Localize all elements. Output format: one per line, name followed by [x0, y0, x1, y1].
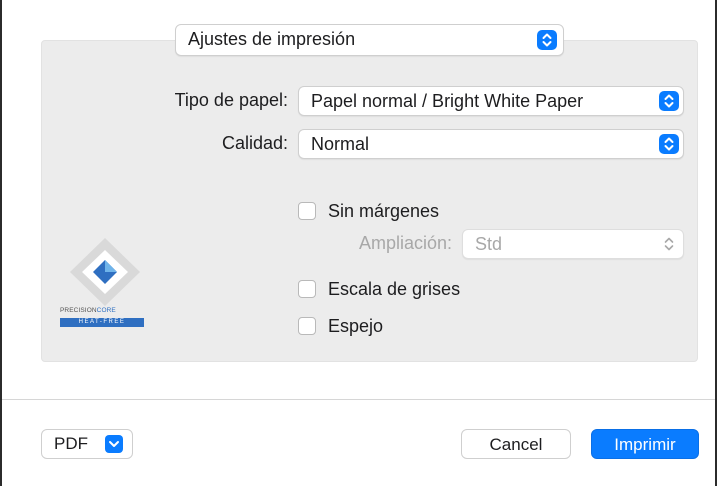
cancel-button[interactable]: Cancel	[461, 429, 571, 459]
grayscale-label[interactable]: Escala de grises	[328, 277, 460, 301]
footer-divider	[2, 399, 715, 400]
preset-popup-value: Ajustes de impresión	[188, 29, 356, 49]
up-down-chevron-icon	[659, 91, 679, 111]
up-down-chevron-icon	[659, 134, 679, 154]
borderless-label[interactable]: Sin márgenes	[328, 199, 439, 223]
up-down-chevron-icon	[659, 234, 679, 254]
precisioncore-diamond-icon	[70, 238, 140, 306]
borderless-checkbox[interactable]	[298, 202, 316, 220]
logo-text-precision: PRECISION	[60, 307, 97, 314]
print-button[interactable]: Imprimir	[591, 429, 699, 459]
quality-popup[interactable]: Normal	[298, 129, 684, 159]
logo-text-heat-free: HEAT-FREE	[78, 319, 126, 325]
logo-text-core: CORE	[96, 307, 116, 314]
quality-label: Calidad:	[221, 133, 288, 153]
logo-heat-free-bar: HEAT-FREE	[60, 318, 144, 327]
up-down-chevron-icon	[537, 30, 557, 50]
quality-value: Normal	[311, 134, 370, 154]
precisioncore-logo: PRECISIONCORE HEAT-FREE	[60, 236, 150, 336]
grayscale-checkbox[interactable]	[298, 280, 316, 298]
chevron-down-icon	[105, 435, 123, 453]
mirror-label[interactable]: Espejo	[328, 314, 383, 338]
preset-popup[interactable]: Ajustes de impresión	[175, 24, 564, 56]
paper-type-value: Papel normal / Bright White Paper	[311, 91, 584, 111]
paper-type-label: Tipo de papel:	[174, 90, 288, 110]
mirror-checkbox[interactable]	[298, 317, 316, 335]
expansion-label: Ampliación:	[358, 233, 452, 253]
expansion-popup[interactable]: Std	[462, 229, 684, 259]
paper-type-popup[interactable]: Papel normal / Bright White Paper	[298, 86, 684, 116]
pdf-menu-button[interactable]: PDF	[41, 429, 133, 459]
pdf-button-label: PDF	[54, 434, 88, 453]
expansion-value: Std	[475, 234, 503, 254]
